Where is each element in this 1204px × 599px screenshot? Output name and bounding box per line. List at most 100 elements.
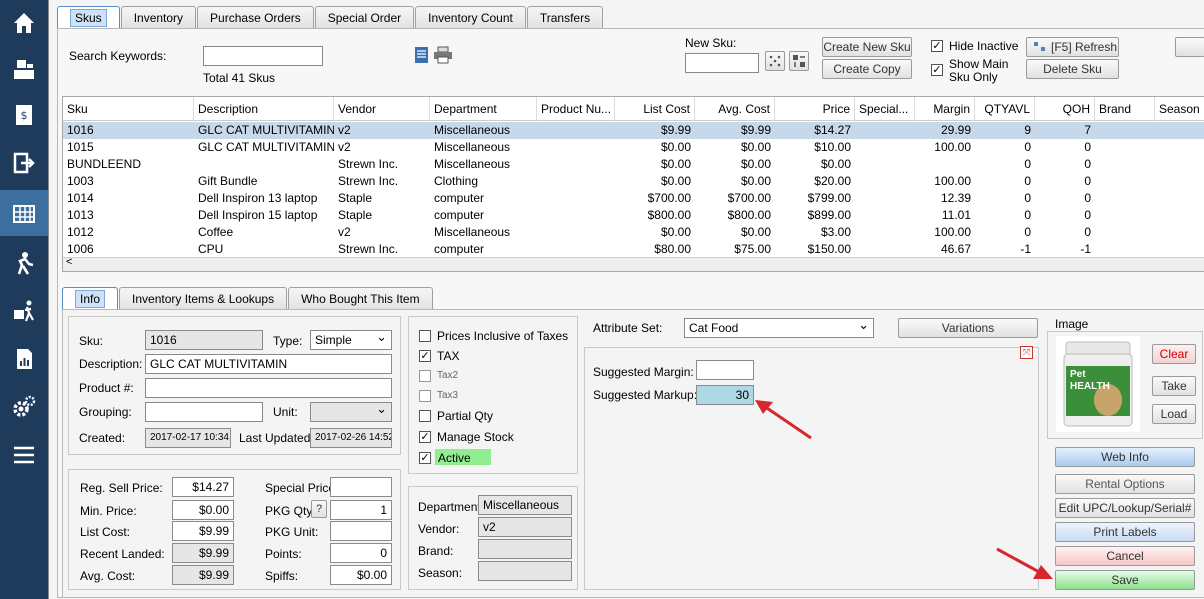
table-cell: $0.00: [740, 157, 771, 171]
table-cell: [1155, 173, 1204, 190]
invoice-icon[interactable]: $: [0, 92, 48, 138]
scan-sku-icon[interactable]: [789, 51, 809, 71]
pkg-unit-field[interactable]: [330, 521, 392, 541]
pkg-qty-help-button[interactable]: ?: [311, 500, 327, 518]
print-labels-button[interactable]: Print Labels: [1055, 522, 1195, 542]
col-list-cost[interactable]: List Cost: [615, 97, 695, 121]
table-row[interactable]: BUNDLEEND Strewn Inc. Miscellaneous $0.00 $0…: [63, 156, 1204, 173]
collapse-icon[interactable]: ⤧: [1020, 346, 1033, 359]
inventory-icon[interactable]: [0, 190, 48, 236]
suggested-markup-field[interactable]: 30: [696, 385, 754, 405]
reg-sell-price-field[interactable]: $14.27: [172, 477, 234, 497]
create-new-sku-button[interactable]: Create New Sku: [822, 37, 912, 57]
table-row[interactable]: 1006 CPU Strewn Inc. computer $80.00 $75.00 $1…: [63, 241, 1204, 258]
col-description[interactable]: Description: [194, 97, 334, 121]
col-margin[interactable]: Margin: [915, 97, 975, 121]
table-row[interactable]: 1014 Dell Inspiron 13 laptop Staple compute…: [63, 190, 1204, 207]
tab-skus[interactable]: Skus: [57, 6, 120, 28]
vendor-field[interactable]: v2: [478, 517, 572, 537]
tab-who-bought[interactable]: Who Bought This Item: [288, 287, 433, 309]
spiffs-field[interactable]: $0.00: [330, 565, 392, 585]
settings-icon[interactable]: [0, 384, 48, 430]
suggested-margin-field[interactable]: [696, 360, 754, 380]
tax2-checkbox[interactable]: [419, 370, 431, 382]
col-qoh[interactable]: QOH: [1035, 97, 1095, 121]
variations-button[interactable]: Variations: [898, 318, 1038, 338]
col-price[interactable]: Price: [775, 97, 855, 121]
col-season[interactable]: Season: [1155, 97, 1204, 121]
grouping-field[interactable]: [145, 402, 263, 422]
partial-qty-checkbox[interactable]: [419, 410, 431, 422]
list-cost-field[interactable]: $9.99: [172, 521, 234, 541]
reports-icon[interactable]: [0, 336, 48, 382]
tab-purchase-orders[interactable]: Purchase Orders: [197, 6, 314, 28]
table-row[interactable]: 1003 Gift Bundle Strewn Inc. Clothing $0.00 $…: [63, 173, 1204, 190]
register-icon[interactable]: [0, 46, 48, 92]
generate-sku-icon[interactable]: [765, 51, 785, 71]
refresh-button[interactable]: [F5] Refresh: [1026, 37, 1119, 57]
take-image-button[interactable]: Take: [1152, 376, 1196, 396]
tab-inventory[interactable]: Inventory: [120, 6, 197, 28]
menu-icon[interactable]: [0, 432, 48, 478]
col-sku[interactable]: Sku: [63, 97, 194, 121]
hide-inactive-checkbox[interactable]: ✓: [931, 40, 943, 52]
col-vendor[interactable]: Vendor: [334, 97, 430, 121]
col-qtyavl[interactable]: QTYAVL: [975, 97, 1035, 121]
manage-stock-checkbox[interactable]: ✓: [419, 431, 431, 443]
col-department[interactable]: Department: [430, 97, 537, 121]
report-icon[interactable]: [413, 46, 431, 67]
create-copy-button[interactable]: Create Copy: [822, 59, 912, 79]
avg-cost-label: Avg. Cost:: [80, 569, 136, 583]
overflow-button[interactable]: [1175, 37, 1204, 57]
min-price-field[interactable]: $0.00: [172, 500, 234, 520]
active-checkbox[interactable]: ✓: [419, 452, 431, 464]
season-field[interactable]: [478, 561, 572, 581]
tab-transfers[interactable]: Transfers: [526, 6, 604, 28]
department-field[interactable]: Miscellaneous: [478, 495, 572, 515]
unit-select[interactable]: [310, 401, 392, 422]
table-row[interactable]: 1015 GLC CAT MULTIVITAMIN v2 Miscellaneous $…: [63, 139, 1204, 156]
home-icon[interactable]: [0, 0, 48, 46]
printer-icon[interactable]: [433, 46, 453, 67]
tab-inventory-count[interactable]: Inventory Count: [415, 6, 526, 28]
edit-upc-button[interactable]: Edit UPC/Lookup/Serial#: [1055, 498, 1195, 518]
scroll-left-icon[interactable]: <: [66, 256, 72, 268]
markup-annotation-arrow: [755, 400, 812, 440]
shipping-icon[interactable]: [0, 288, 48, 334]
table-cell: [1095, 156, 1155, 173]
cancel-button[interactable]: Cancel: [1055, 546, 1195, 566]
table-row[interactable]: 1013 Dell Inspiron 15 laptop Staple compute…: [63, 207, 1204, 224]
special-price-field[interactable]: [330, 477, 392, 497]
tax3-checkbox[interactable]: [419, 390, 431, 402]
load-image-button[interactable]: Load: [1152, 404, 1196, 424]
description-field[interactable]: GLC CAT MULTIVITAMIN: [145, 354, 392, 374]
attribute-set-select[interactable]: Cat Food: [684, 317, 874, 338]
tax-checkbox[interactable]: ✓: [419, 350, 431, 362]
prices-inclusive-checkbox[interactable]: [419, 330, 431, 342]
table-row[interactable]: 1012 Coffee v2 Miscellaneous $0.00 $0.00 $3.00…: [63, 224, 1204, 241]
col-brand[interactable]: Brand: [1095, 97, 1155, 121]
logout-icon[interactable]: [0, 140, 48, 186]
save-button[interactable]: Save: [1055, 570, 1195, 590]
new-sku-input[interactable]: [685, 53, 759, 73]
pkg-qty-field[interactable]: 1: [330, 500, 392, 520]
product-number-field[interactable]: [145, 378, 392, 398]
tab-inventory-items[interactable]: Inventory Items & Lookups: [119, 287, 288, 309]
horizontal-scrollbar[interactable]: <: [63, 256, 1204, 271]
customer-icon[interactable]: [0, 240, 48, 286]
show-main-sku-checkbox[interactable]: ✓: [931, 64, 943, 76]
col-product-number[interactable]: Product Nu...: [537, 97, 615, 121]
brand-field[interactable]: [478, 539, 572, 559]
clear-image-button[interactable]: Clear: [1152, 344, 1196, 364]
delete-sku-button[interactable]: Delete Sku: [1026, 59, 1119, 79]
search-input[interactable]: [203, 46, 323, 66]
points-field[interactable]: 0: [330, 543, 392, 563]
tab-info[interactable]: Info: [62, 287, 119, 309]
col-avg-cost[interactable]: Avg. Cost: [695, 97, 775, 121]
type-select[interactable]: Simple: [310, 329, 392, 350]
table-row[interactable]: 1016 GLC CAT MULTIVITAMIN v2 Miscellaneous $…: [63, 122, 1204, 139]
rental-options-button[interactable]: Rental Options: [1055, 474, 1195, 494]
tab-special-order[interactable]: Special Order: [314, 6, 415, 28]
web-info-button[interactable]: Web Info: [1055, 447, 1195, 467]
col-special[interactable]: Special...: [855, 97, 915, 121]
